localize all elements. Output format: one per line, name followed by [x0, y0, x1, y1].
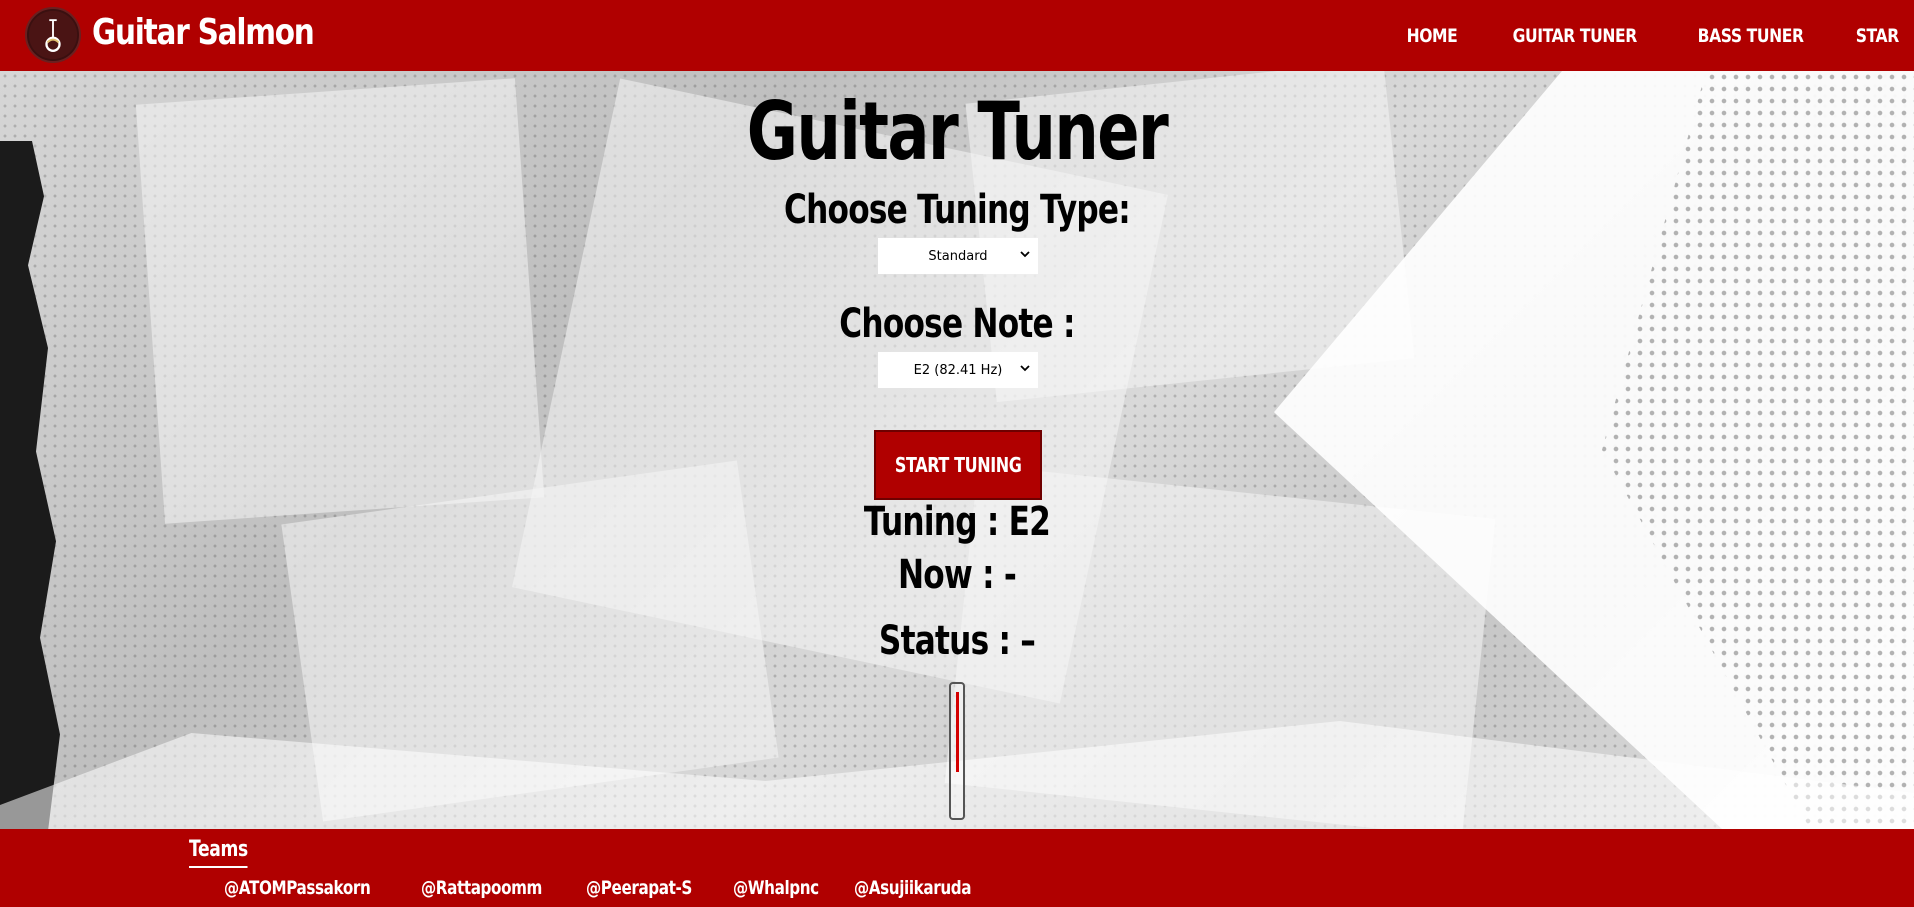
start-tuning-button[interactable]: START TUNING — [874, 430, 1042, 500]
team-member-link[interactable]: @ATOMPassakorn — [224, 877, 371, 899]
start-tuning-label: START TUNING — [894, 453, 1022, 477]
note-select[interactable]: E2 (82.41 Hz) — [878, 352, 1038, 388]
tuner-panel: Guitar Tuner Choose Tuning Type: Standar… — [0, 71, 1914, 829]
tuning-type-value: Standard — [928, 248, 988, 264]
nav-bass-tuner[interactable]: BASS TUNER — [1698, 25, 1804, 47]
team-member-link[interactable]: @Whalpnc — [733, 877, 819, 899]
team-member-link[interactable]: @Peerapat-S — [586, 877, 692, 899]
footer: Teams @ATOMPassakorn @Rattapoomm @Peerap… — [0, 829, 1914, 907]
page-title: Guitar Tuner — [746, 85, 1169, 178]
tuning-status-text: Status : – — [878, 618, 1036, 664]
nav-guitar-tuner[interactable]: GUITAR TUNER — [1512, 25, 1637, 47]
team-member-link[interactable]: @Asujiikaruda — [854, 877, 971, 899]
team-member-link[interactable]: @Rattapoomm — [421, 877, 542, 899]
top-nav-bar: Guitar Salmon HOME GUITAR TUNER BASS TUN… — [0, 0, 1914, 71]
note-value: E2 (82.41 Hz) — [913, 362, 1003, 378]
tuning-type-label: Choose Tuning Type: — [783, 187, 1131, 233]
nav-home[interactable]: HOME — [1406, 25, 1457, 47]
brand-title[interactable]: Guitar Salmon — [92, 12, 315, 53]
tuning-type-select[interactable]: Standard — [878, 238, 1038, 274]
team-members: @ATOMPassakorn @Rattapoomm @Peerapat-S @… — [224, 877, 1014, 899]
tuning-note-text: Tuning : E2 — [863, 499, 1051, 545]
tuning-gauge — [949, 682, 965, 820]
chevron-down-icon — [1020, 365, 1030, 372]
chevron-down-icon — [1020, 251, 1030, 258]
main-nav: HOME GUITAR TUNER BASS TUNER STAR — [1365, 0, 1914, 71]
nav-star[interactable]: STAR — [1856, 25, 1899, 47]
guitar-logo-icon[interactable] — [25, 7, 81, 63]
tuning-needle — [956, 692, 959, 772]
teams-heading: Teams — [189, 837, 248, 868]
note-label: Choose Note : — [839, 301, 1075, 347]
current-pitch-text: Now : - — [897, 552, 1017, 598]
